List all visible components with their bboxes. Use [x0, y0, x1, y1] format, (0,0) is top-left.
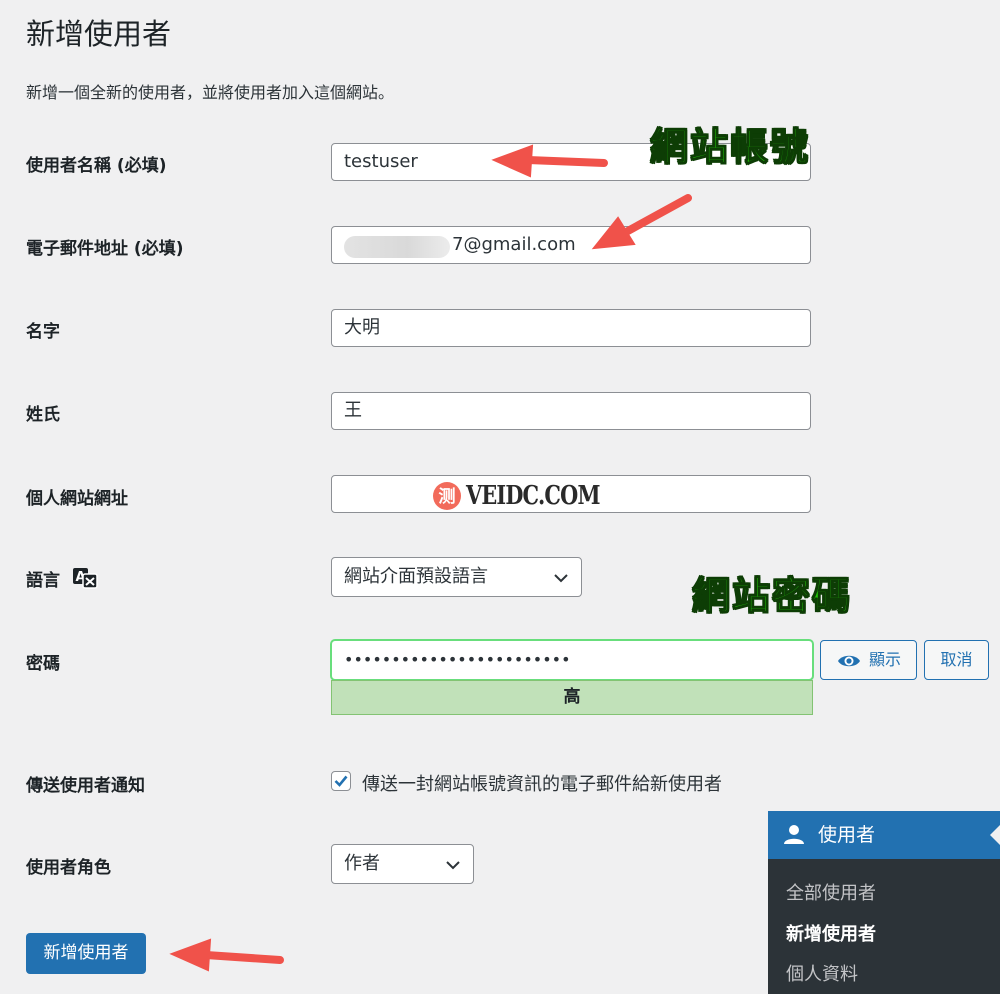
menu-heading-users[interactable]: 使用者: [768, 811, 1000, 859]
menu-item-add-user[interactable]: 新增使用者: [786, 920, 876, 946]
user-icon: [784, 825, 804, 844]
menu-active-notch: [990, 825, 1000, 845]
menu-item-all-users[interactable]: 全部使用者: [786, 879, 876, 905]
admin-submenu: 使用者 全部使用者 新增使用者 個人資料: [768, 811, 1000, 994]
arrow-to-email: [622, 194, 692, 236]
menu-item-profile[interactable]: 個人資料: [786, 960, 858, 986]
arrow-to-username: [524, 156, 608, 167]
arrow-to-submit: [202, 951, 284, 964]
menu-heading-label: 使用者: [818, 824, 876, 846]
